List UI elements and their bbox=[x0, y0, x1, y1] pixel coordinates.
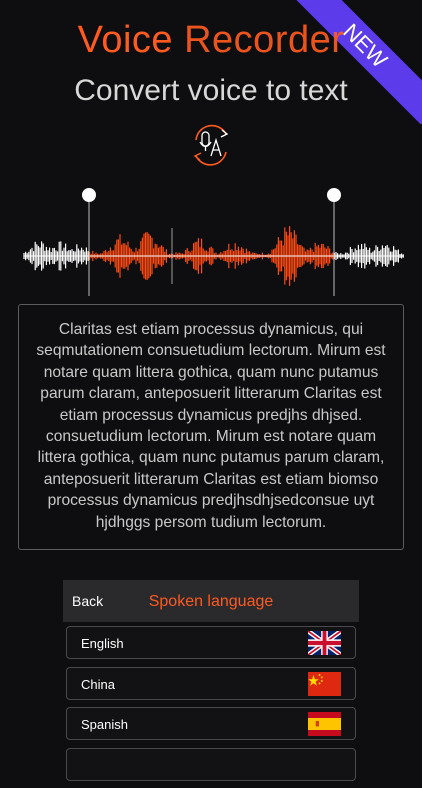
language-list: English China Spanish bbox=[66, 626, 356, 788]
language-item-spanish[interactable]: Spanish bbox=[66, 707, 356, 740]
language-item-china[interactable]: China bbox=[66, 666, 356, 700]
language-panel-title: Spoken language bbox=[148, 593, 274, 610]
language-label: Spanish bbox=[81, 717, 128, 732]
back-button[interactable]: Back bbox=[72, 580, 103, 622]
app-subtitle: Convert voice to text bbox=[74, 74, 348, 107]
language-item-partial[interactable] bbox=[66, 747, 356, 781]
language-label: China bbox=[81, 676, 115, 692]
app-title-secondary: Recorder bbox=[184, 19, 345, 61]
app-title: Voice Recorder bbox=[0, 18, 422, 62]
audio-waveform[interactable] bbox=[0, 180, 422, 300]
trim-start-handle[interactable] bbox=[82, 188, 96, 202]
waveform-bars bbox=[23, 226, 404, 286]
china-flag-icon bbox=[308, 671, 341, 696]
transcript-box[interactable]: Claritas est etiam processus dynamicus, … bbox=[18, 304, 404, 550]
language-item-english[interactable]: English bbox=[66, 626, 356, 659]
voice-to-text-icon bbox=[193, 124, 229, 166]
language-panel-header: Spoken language Back bbox=[63, 580, 359, 622]
spain-flag-icon bbox=[308, 712, 341, 736]
trim-end-handle[interactable] bbox=[327, 188, 341, 202]
uk-flag-icon bbox=[308, 631, 341, 655]
app-title-primary: Voice bbox=[77, 19, 174, 61]
language-label: English bbox=[81, 636, 124, 651]
